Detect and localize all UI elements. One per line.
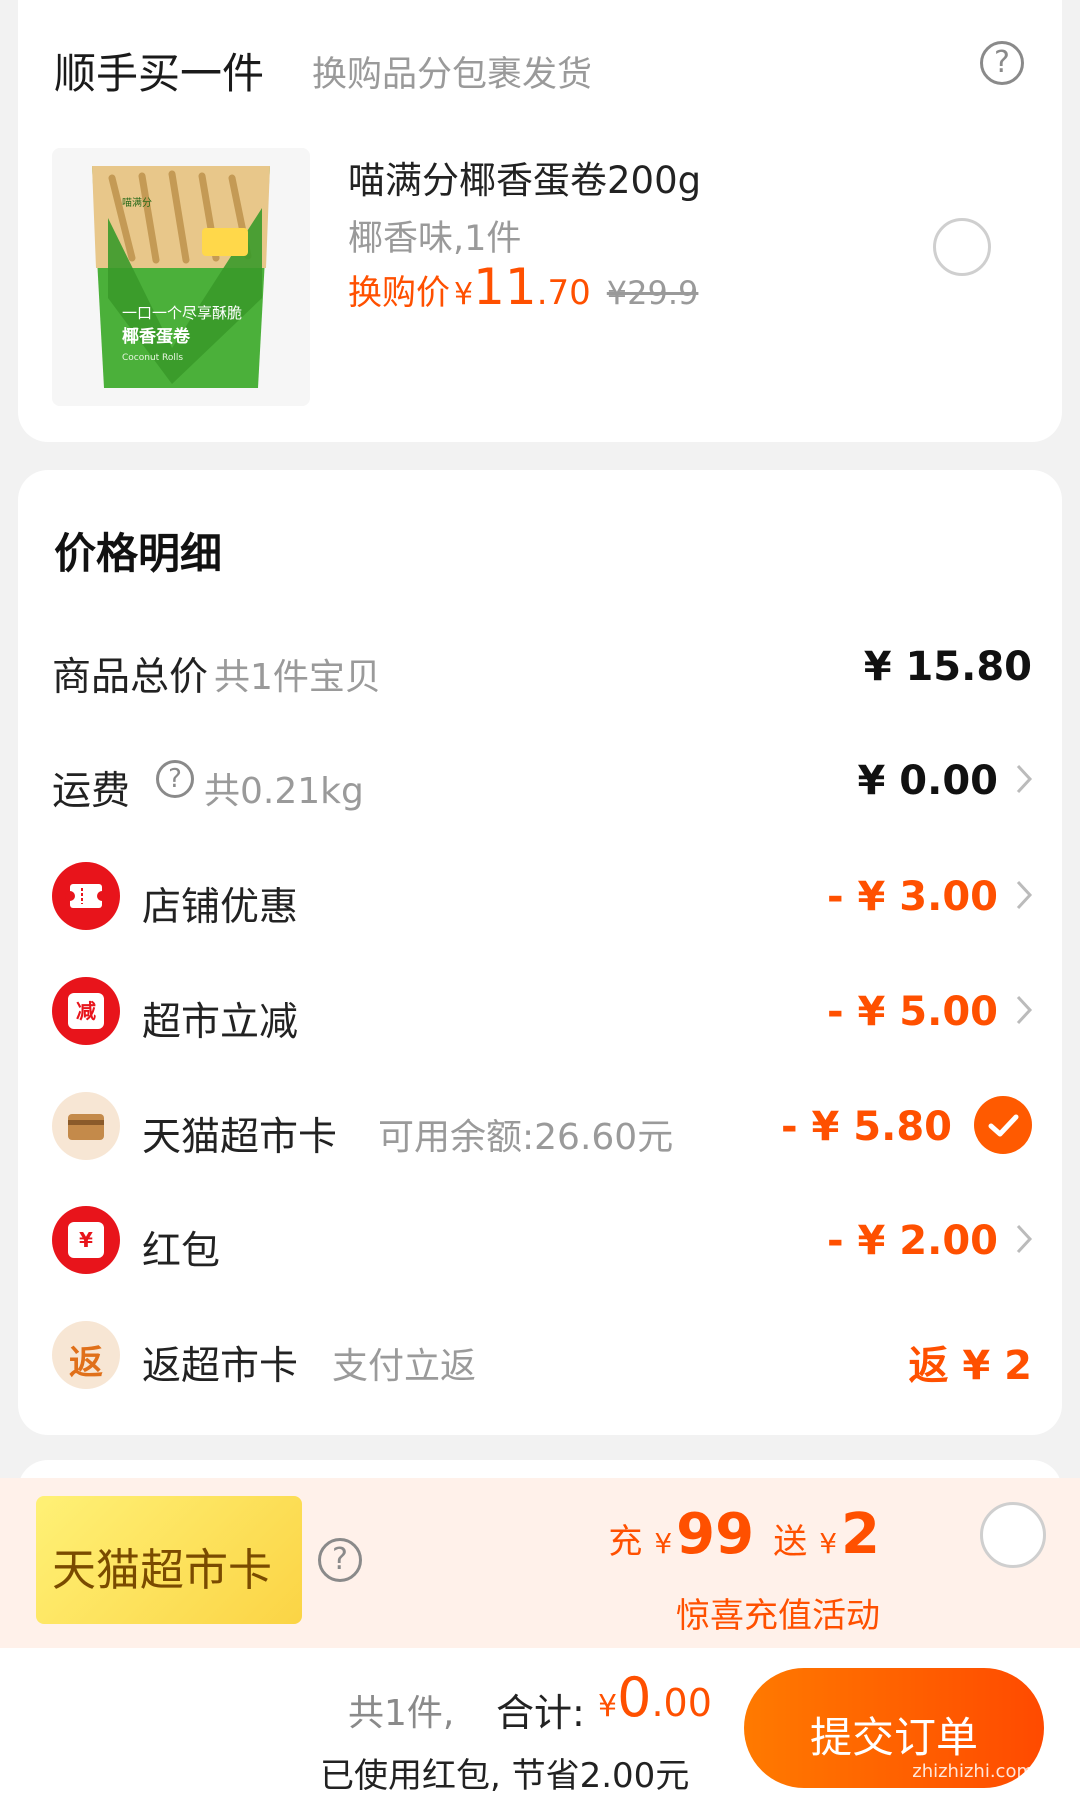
gift-currency: ¥ [819,1527,838,1560]
package-brand: 喵满分 [122,197,152,209]
total-currency: ¥ [598,1689,618,1724]
recharge-promo: 天猫超市卡 ? 充 ¥99 送 ¥2 惊喜充值活动 [0,1478,1080,1648]
addon-select-radio[interactable] [933,218,991,276]
check-icon[interactable] [974,1096,1032,1154]
package-tagline: 一口一个尽享酥脆 [122,304,242,322]
price-label: 换购价 [348,273,450,313]
red-packet-icon-text: ¥ [68,1222,104,1258]
shipping-row[interactable]: 运费 ? 共0.21kg ¥ 0.00 [18,740,1062,820]
goods-count: 共1件宝贝 [214,657,381,698]
watermark: zhizhizhi.com [912,1761,1034,1782]
charge-currency: ¥ [654,1527,673,1560]
market-card-balance: 可用余额:26.60元 [378,1117,674,1158]
charge-word: 充 [608,1522,643,1562]
help-icon[interactable]: ? [156,760,194,798]
savings-text: 已使用红包, 节省2.00元 [320,1756,690,1796]
help-icon[interactable]: ? [318,1538,362,1582]
item-count: 共1件, [348,1693,455,1734]
addon-title: 顺手买一件 [54,49,265,98]
market-card-badge-text: 天猫超市卡 [52,1545,272,1596]
chevron-right-icon [1016,880,1033,910]
cashback-sub: 支付立返 [332,1346,477,1387]
chevron-right-icon [1016,764,1033,794]
product-spec: 椰香味,1件 [348,219,522,259]
market-card-row[interactable]: 天猫超市卡 可用余额:26.60元 - ¥ 5.80 [18,1086,1062,1166]
chevron-right-icon [1016,995,1033,1025]
red-packet-icon: ¥ [52,1206,120,1274]
coupon-icon [52,862,120,930]
card-icon [52,1092,120,1160]
shop-discount-value: - ¥ 3.00 [827,874,998,920]
shop-discount-label: 店铺优惠 [142,885,299,930]
market-discount-row[interactable]: 减 超市立减 - ¥ 5.00 [18,971,1062,1051]
shipping-label: 运费 [52,769,131,814]
shop-discount-row[interactable]: 店铺优惠 - ¥ 3.00 [18,856,1062,936]
price-detail-card: 价格明细 商品总价 共1件宝贝 ¥ 15.80 运费 ? 共0.21kg ¥ 0… [18,470,1062,1435]
submit-order-button[interactable]: 提交订单 zhizhizhi.com [744,1668,1044,1788]
market-discount-label: 超市立减 [142,1000,299,1045]
price-integer: 11 [473,258,537,316]
discount-icon-text: 减 [68,993,104,1029]
price-decimal: .70 [536,273,591,313]
addon-price: 换购价 ¥11.70 ¥29.9 [348,258,698,316]
total-integer: 0 [617,1666,652,1729]
market-card-label: 天猫超市卡 [142,1115,338,1160]
addon-subtitle: 换购品分包裹发货 [312,55,593,95]
market-card-badge: 天猫超市卡 [36,1496,302,1624]
help-icon[interactable]: ? [980,41,1024,85]
goods-total-label: 商品总价 [52,655,209,700]
gift-amount: 2 [841,1502,880,1567]
cashback-icon-text: 返 [69,1343,103,1383]
discount-icon: 减 [52,977,120,1045]
goods-total-row: 商品总价 共1件宝贝 ¥ 15.80 [18,626,1062,706]
market-card-value: - ¥ 5.80 [781,1104,952,1150]
goods-total-value: ¥ 15.80 [863,644,1032,690]
product-name[interactable]: 喵满分椰香蛋卷200g [348,150,701,204]
package-en: Coconut Rolls [122,353,183,363]
charge-amount: 99 [676,1502,755,1567]
recharge-select-radio[interactable] [980,1502,1046,1568]
shipping-value: ¥ 0.00 [857,758,998,804]
cashback-icon: 返 [52,1321,120,1389]
price-detail-title: 价格明细 [54,529,223,578]
shipping-weight: 共0.21kg [204,771,364,812]
checkout-bar: 共1件, 合计: ¥0.00 已使用红包, 节省2.00元 提交订单 zhizh… [0,1648,1080,1813]
recharge-offer: 充 ¥99 送 ¥2 [608,1502,880,1567]
product-image[interactable]: 一口一个尽享酥脆 椰香蛋卷 Coconut Rolls 喵满分 [52,148,310,406]
addon-card: 顺手买一件 换购品分包裹发货 ? 一口一个尽享酥脆 椰香蛋卷 Coconut R… [18,0,1062,442]
cashback-row: 返 返超市卡 支付立返 返 ¥ 2 [18,1315,1062,1395]
cashback-value: 返 ¥ 2 [908,1343,1032,1389]
market-discount-value: - ¥ 5.00 [827,989,998,1035]
cashback-label: 返超市卡 [142,1344,299,1389]
total-label: 合计: [496,1691,585,1735]
promo-caption: 惊喜充值活动 [676,1596,880,1636]
original-price: ¥29.9 [606,274,699,312]
price-currency: ¥ [454,277,474,312]
package-name: 椰香蛋卷 [122,326,191,347]
gift-word: 送 [773,1522,808,1562]
red-packet-label: 红包 [142,1229,221,1274]
chevron-right-icon [1016,1224,1033,1254]
total-decimal: .00 [651,1681,712,1725]
red-packet-value: - ¥ 2.00 [827,1218,998,1264]
submit-order-label: 提交订单 [810,1713,979,1762]
red-packet-row[interactable]: ¥ 红包 - ¥ 2.00 [18,1200,1062,1280]
total-amount: ¥0.00 [598,1666,712,1729]
